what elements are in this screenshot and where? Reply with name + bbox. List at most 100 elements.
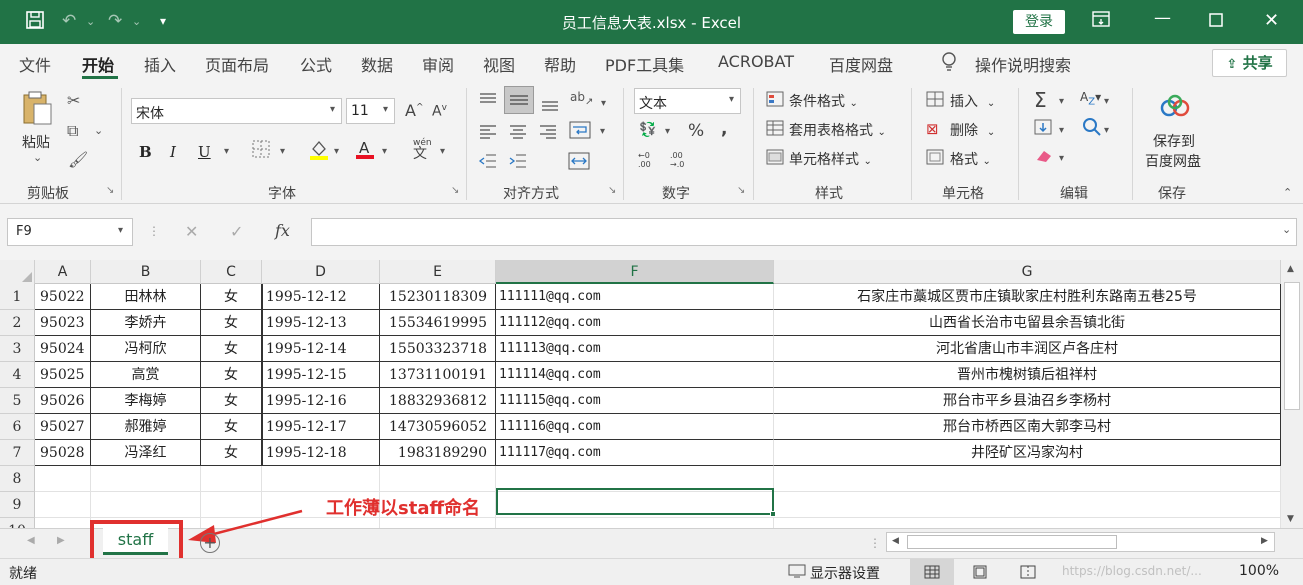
worksheet-grid[interactable]: A B C D E F G 12345678910 95022田林林女1995-… <box>0 260 1281 528</box>
scroll-up-icon[interactable]: ▲ <box>1287 264 1294 274</box>
vertical-scrollbar[interactable]: ▲ ▼ <box>1281 260 1303 528</box>
page-break-view-icon[interactable] <box>1020 565 1036 583</box>
bold-button[interactable]: B <box>139 143 152 161</box>
row-header-6[interactable]: 6 <box>0 414 35 440</box>
cell-a8[interactable] <box>35 466 91 492</box>
font-color-dropdown-icon[interactable]: ▾ <box>382 146 387 157</box>
horizontal-scrollbar[interactable]: ◀ ▶ <box>886 532 1275 552</box>
cell-e5[interactable]: 18832936812 <box>380 388 496 414</box>
column-header-a[interactable]: A <box>35 260 91 284</box>
cell-g2[interactable]: 山西省长治市屯留县余吾镇北街 <box>774 310 1281 336</box>
decrease-font-icon[interactable]: Av <box>432 103 447 120</box>
cell-g5[interactable]: 邢台市平乡县油召乡李杨村 <box>774 388 1281 414</box>
fill-handle[interactable] <box>770 511 776 517</box>
cell-d5[interactable]: 1995-12-16 <box>262 388 380 414</box>
column-header-d[interactable]: D <box>262 260 380 284</box>
fill-color-icon[interactable] <box>309 139 329 165</box>
tell-me-search[interactable]: 操作说明搜索 <box>975 52 1071 76</box>
cancel-icon[interactable]: ✕ <box>185 222 198 241</box>
fill-color-dropdown-icon[interactable]: ▾ <box>334 146 339 157</box>
row-header-4[interactable]: 4 <box>0 362 35 388</box>
cell-g9[interactable] <box>774 492 1281 518</box>
cell-d2[interactable]: 1995-12-13 <box>262 310 380 336</box>
cell-e3[interactable]: 15503323718 <box>380 336 496 362</box>
cell-g8[interactable] <box>774 466 1281 492</box>
align-right-icon[interactable] <box>538 124 558 144</box>
cut-icon[interactable]: ✂ <box>67 91 80 110</box>
column-header-g[interactable]: G <box>774 260 1281 284</box>
cell-b6[interactable]: 郝雅婷 <box>91 414 201 440</box>
number-launcher-icon[interactable]: ↘ <box>737 185 745 196</box>
cell-a6[interactable]: 95027 <box>35 414 91 440</box>
italic-button[interactable]: I <box>170 143 176 161</box>
find-select-icon[interactable] <box>1082 117 1102 141</box>
cell-c6[interactable]: 女 <box>201 414 262 440</box>
cell-a3[interactable]: 95024 <box>35 336 91 362</box>
cell-b5[interactable]: 李梅婷 <box>91 388 201 414</box>
align-top-icon[interactable] <box>478 92 498 112</box>
scroll-right-icon[interactable]: ▶ <box>1261 536 1268 546</box>
select-all-corner[interactable] <box>0 260 35 284</box>
format-painter-icon[interactable]: 🖌 <box>68 150 88 169</box>
scroll-down-icon[interactable]: ▼ <box>1287 514 1294 524</box>
cell-f2[interactable]: 111112@qq.com <box>496 310 774 336</box>
normal-view-button[interactable] <box>910 559 954 585</box>
conditional-formatting-button[interactable]: 条件格式 ⌄ <box>789 91 858 111</box>
cell-c4[interactable]: 女 <box>201 362 262 388</box>
collapse-ribbon-icon[interactable]: ⌃ <box>1283 186 1292 199</box>
comma-style-icon[interactable]: , <box>721 119 727 139</box>
tab-insert[interactable]: 插入 <box>144 52 176 76</box>
align-middle-button[interactable] <box>504 86 534 114</box>
ribbon-display-options-icon[interactable] <box>1092 11 1110 32</box>
cell-d1[interactable]: 1995-12-12 <box>262 284 380 310</box>
phonetic-icon[interactable]: wén 文 <box>413 138 432 162</box>
cell-c1[interactable]: 女 <box>201 284 262 310</box>
maximize-icon[interactable] <box>1209 12 1223 32</box>
name-box[interactable]: F9 ▾ <box>7 218 133 246</box>
increase-font-icon[interactable]: A^ <box>405 101 424 120</box>
cell-e2[interactable]: 15534619995 <box>380 310 496 336</box>
decrease-indent-icon[interactable] <box>478 153 498 173</box>
cell-styles-button[interactable]: 单元格样式 ⌄ <box>789 149 872 169</box>
delete-cells-button[interactable]: 删除 ⌄ <box>950 120 995 140</box>
cell-f7[interactable]: 111117@qq.com <box>496 440 774 466</box>
format-cells-button[interactable]: 格式 ⌄ <box>950 149 991 169</box>
cell-g1[interactable]: 石家庄市藁城区贾市庄镇耿家庄村胜利东路南五巷25号 <box>774 284 1281 310</box>
cell-g7[interactable]: 井陉矿区冯家沟村 <box>774 440 1281 466</box>
font-size-dropdown[interactable]: 11 ▾ <box>346 98 395 124</box>
cell-e7[interactable]: 1983189290 <box>380 440 496 466</box>
cell-d7[interactable]: 1995-12-18 <box>262 440 380 466</box>
column-header-c[interactable]: C <box>201 260 262 284</box>
minimize-icon[interactable]: — <box>1154 8 1171 28</box>
cell-d3[interactable]: 1995-12-14 <box>262 336 380 362</box>
row-header-2[interactable]: 2 <box>0 310 35 336</box>
cell-b4[interactable]: 高赏 <box>91 362 201 388</box>
cell-f10[interactable] <box>496 518 774 528</box>
tab-page-layout[interactable]: 页面布局 <box>205 52 269 76</box>
cell-a1[interactable]: 95022 <box>35 284 91 310</box>
page-layout-view-icon[interactable] <box>972 565 988 583</box>
paste-icon[interactable] <box>21 90 53 130</box>
cell-c3[interactable]: 女 <box>201 336 262 362</box>
cell-c8[interactable] <box>201 466 262 492</box>
find-dropdown-icon[interactable]: ▾ <box>1104 125 1109 136</box>
align-bottom-icon[interactable] <box>540 98 560 118</box>
font-name-dropdown[interactable]: 宋体 ▾ <box>131 98 342 124</box>
underline-button[interactable]: U <box>198 143 211 161</box>
align-left-icon[interactable] <box>478 124 498 144</box>
cell-c5[interactable]: 女 <box>201 388 262 414</box>
copy-icon[interactable]: ⧉ <box>67 121 78 141</box>
cell-g4[interactable]: 晋州市槐树镇后祖祥村 <box>774 362 1281 388</box>
cell-f6[interactable]: 111116@qq.com <box>496 414 774 440</box>
tab-split-icon[interactable]: ⋮ <box>869 536 881 550</box>
cell-f3[interactable]: 111113@qq.com <box>496 336 774 362</box>
cell-f4[interactable]: 111114@qq.com <box>496 362 774 388</box>
formula-input[interactable]: ⌄ <box>311 218 1297 246</box>
login-button[interactable]: 登录 <box>1013 10 1065 34</box>
cell-d6[interactable]: 1995-12-17 <box>262 414 380 440</box>
cell-b7[interactable]: 冯泽红 <box>91 440 201 466</box>
cell-d8[interactable] <box>262 466 380 492</box>
autosum-dropdown-icon[interactable]: ▾ <box>1059 96 1064 107</box>
cell-g6[interactable]: 邢台市桥西区南大郭李马村 <box>774 414 1281 440</box>
active-cell-f9[interactable] <box>496 488 776 517</box>
